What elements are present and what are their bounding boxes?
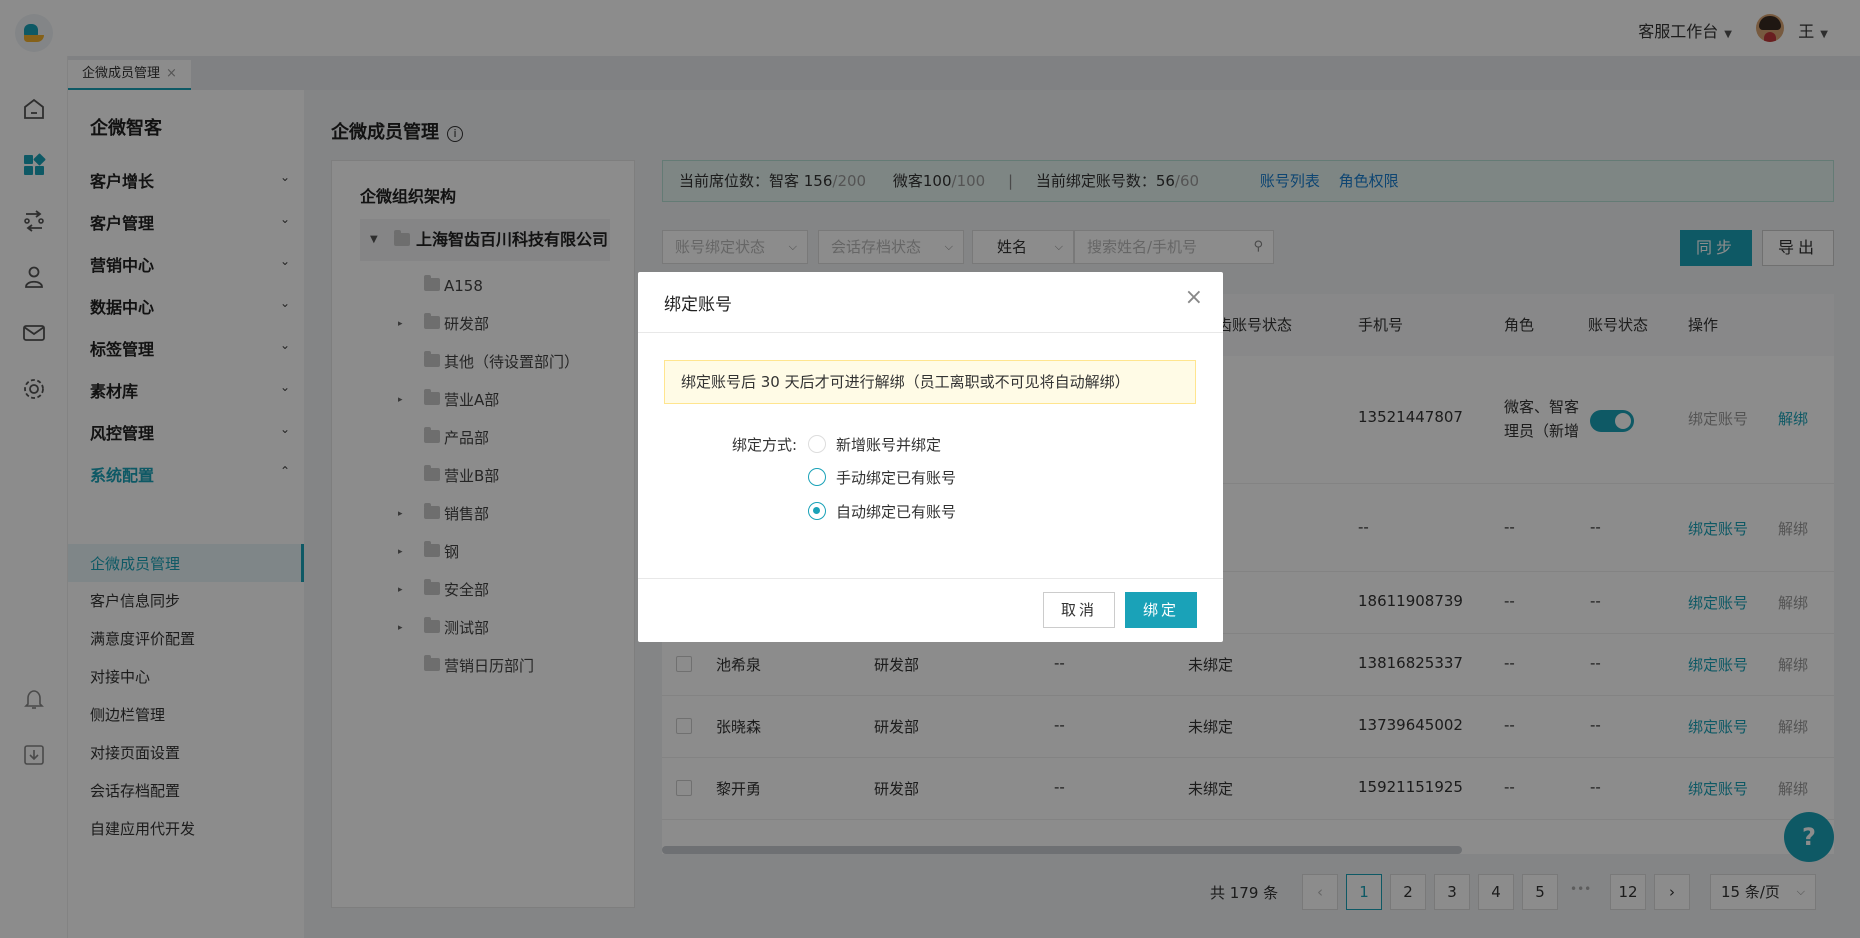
cancel-button[interactable]: 取消 <box>1043 592 1115 628</box>
divider <box>638 578 1223 579</box>
radio-label: 自动绑定已有账号 <box>836 503 957 521</box>
bind-method-label: 绑定方式: <box>732 436 798 454</box>
warning-alert: 绑定账号后 30 天后才可进行解绑（员工离职或不可见将自动解绑） <box>664 360 1196 404</box>
bind-button[interactable]: 绑定 <box>1125 592 1197 628</box>
radio-circle[interactable] <box>808 468 826 486</box>
divider <box>638 332 1223 333</box>
radio-circle <box>808 435 826 453</box>
modal-title: 绑定账号 <box>664 295 732 315</box>
radio-label: 手动绑定已有账号 <box>836 469 957 487</box>
close-icon[interactable]: × <box>1185 286 1203 310</box>
radio-label: 新增账号并绑定 <box>836 436 942 454</box>
bind-account-modal: 绑定账号 × 绑定账号后 30 天后才可进行解绑（员工离职或不可见将自动解绑） … <box>638 272 1223 642</box>
radio-circle[interactable] <box>808 502 826 520</box>
